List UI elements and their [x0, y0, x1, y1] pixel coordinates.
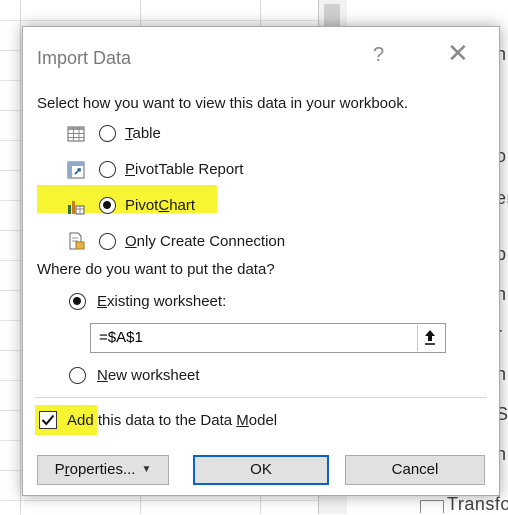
- help-button[interactable]: ?: [373, 44, 384, 67]
- new-worksheet-label: New worksheet: [97, 367, 200, 384]
- close-icon[interactable]: ✕: [447, 40, 469, 66]
- radio-existing-worksheet[interactable]: [69, 293, 86, 310]
- option-table[interactable]: Table: [63, 121, 363, 147]
- data-model-checkbox[interactable]: [39, 411, 57, 429]
- cancel-button[interactable]: Cancel: [345, 455, 485, 485]
- pivottable-icon: [67, 161, 85, 179]
- ok-button[interactable]: OK: [193, 455, 329, 485]
- option-pivotchart-label: PivotChart: [125, 197, 196, 214]
- up-arrow-icon: [425, 330, 435, 345]
- option-existing-worksheet[interactable]: Existing worksheet:: [63, 289, 343, 315]
- pane-text-fragment: Transfo: [447, 494, 508, 514]
- checkmark-icon: [41, 414, 55, 426]
- collapse-dialog-button[interactable]: [417, 325, 443, 351]
- properties-button[interactable]: Properties... ▼: [37, 455, 169, 485]
- option-pivotchart[interactable]: PivotChart: [63, 193, 363, 219]
- radio-new-worksheet[interactable]: [69, 367, 86, 384]
- import-data-dialog: Import Data ? ✕ Select how you want to v…: [22, 26, 500, 496]
- dialog-title: Import Data: [37, 48, 132, 68]
- table-icon: [67, 126, 85, 142]
- option-table-label: Table: [125, 125, 161, 142]
- connection-icon: [69, 232, 85, 250]
- dropdown-arrow-icon: ▼: [141, 464, 152, 476]
- cell-reference-input[interactable]: =$A$1: [90, 323, 446, 353]
- option-pivottable-report[interactable]: PivotTable Report: [63, 157, 363, 183]
- option-pivottable-label: PivotTable Report: [125, 161, 244, 178]
- radio-table[interactable]: [99, 125, 116, 142]
- dialog-titlebar: Import Data ? ✕: [23, 27, 499, 79]
- view-prompt: Select how you want to view this data in…: [37, 95, 409, 112]
- existing-worksheet-label: Existing worksheet:: [97, 293, 227, 310]
- pivotchart-icon: [68, 201, 85, 215]
- radio-pivotchart[interactable]: [99, 197, 116, 214]
- option-connection-label: Only Create Connection: [125, 233, 286, 250]
- radio-pivottable-report[interactable]: [99, 161, 116, 178]
- option-new-worksheet[interactable]: New worksheet: [63, 363, 343, 389]
- radio-only-create-connection[interactable]: [99, 233, 116, 250]
- table-icon: [420, 500, 444, 513]
- location-prompt: Where do you want to put the data?: [37, 261, 275, 278]
- option-only-create-connection[interactable]: Only Create Connection: [63, 229, 383, 255]
- divider: [35, 397, 487, 398]
- data-model-label[interactable]: Add this data to the Data Model: [67, 412, 277, 429]
